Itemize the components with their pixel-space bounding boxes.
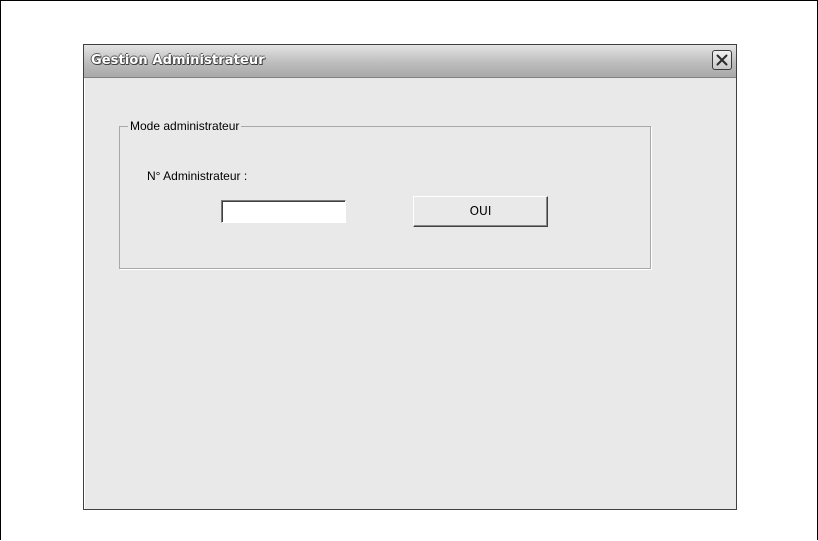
oui-button[interactable]: OUI (413, 196, 548, 227)
page-frame: Gestion Administrateur Mode administrate… (0, 0, 818, 540)
admin-mode-groupbox: Mode administrateur (119, 118, 651, 269)
titlebar[interactable]: Gestion Administrateur (84, 45, 736, 78)
admin-number-input[interactable] (221, 200, 346, 223)
close-button[interactable] (712, 50, 732, 70)
admin-number-label: N° Administrateur : (147, 169, 248, 183)
groupbox-legend: Mode administrateur (128, 118, 242, 134)
close-icon (716, 54, 728, 66)
dialog-window: Gestion Administrateur Mode administrate… (83, 44, 737, 510)
window-title: Gestion Administrateur (91, 53, 265, 68)
